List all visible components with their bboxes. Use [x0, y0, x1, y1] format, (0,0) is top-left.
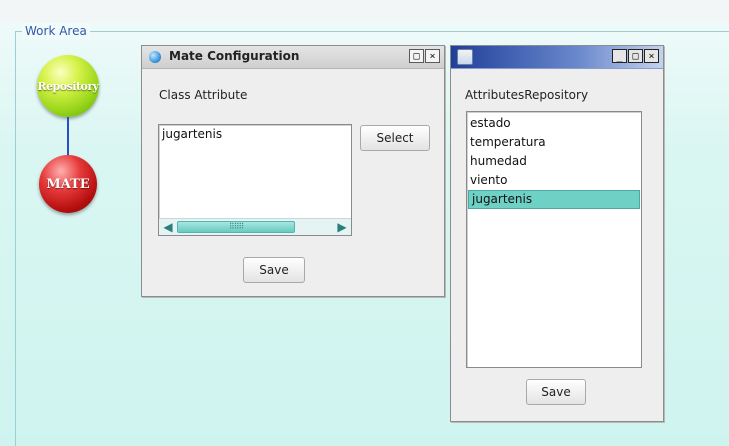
mate-save-button[interactable]: Save — [243, 257, 305, 283]
repository-node[interactable]: Repository — [37, 55, 99, 117]
top-strip — [0, 0, 729, 22]
scroll-left-icon[interactable]: ◀ — [161, 219, 175, 235]
mate-window-titlebar[interactable]: Mate Configuration □ × — [142, 46, 444, 69]
select-button[interactable]: Select — [360, 125, 430, 151]
list-item[interactable]: estado — [467, 114, 641, 133]
class-attribute-label: Class Attribute — [159, 88, 248, 102]
list-item[interactable]: jugartenis — [159, 125, 351, 144]
class-attribute-list[interactable]: jugartenis ◀ ⠿⠿⠿ ▶ — [158, 124, 352, 236]
work-area-title: Work Area — [22, 23, 90, 39]
close-button[interactable]: × — [644, 49, 659, 63]
mate-configuration-window: Mate Configuration □ × Class Attribute j… — [141, 45, 445, 297]
app-globe-icon — [149, 51, 161, 63]
mate-window-title: Mate Configuration — [169, 49, 300, 63]
group-border-top — [15, 31, 729, 32]
maximize-button[interactable]: □ — [628, 49, 643, 63]
list-item[interactable]: temperatura — [467, 133, 641, 152]
group-border-left — [15, 31, 16, 446]
list-item-selected[interactable]: jugartenis — [468, 190, 640, 209]
mate-node[interactable]: MATE — [39, 155, 97, 213]
repo-save-button[interactable]: Save — [526, 379, 586, 405]
work-area: Work Area Repository MATE Mate Configura… — [0, 0, 729, 446]
attributes-repository-window: _ □ × AttributesRepository estado temper… — [450, 45, 664, 422]
minimize-button[interactable]: _ — [612, 49, 627, 63]
attributes-repository-label: AttributesRepository — [465, 88, 589, 102]
attributes-list[interactable]: estado temperatura humedad viento jugart… — [466, 111, 642, 368]
node-connector-line — [67, 117, 69, 155]
repo-window-titlebar[interactable]: _ □ × — [451, 46, 663, 69]
mate-node-label: MATE — [46, 176, 90, 192]
repository-node-label: Repository — [37, 79, 99, 93]
scroll-right-icon[interactable]: ▶ — [335, 219, 349, 235]
scrollbar-thumb[interactable]: ⠿⠿⠿ — [177, 221, 295, 233]
close-button[interactable]: × — [425, 49, 440, 63]
list-item[interactable]: humedad — [467, 152, 641, 171]
horizontal-scrollbar[interactable]: ◀ ⠿⠿⠿ ▶ — [159, 218, 351, 235]
maximize-button[interactable]: □ — [409, 49, 424, 63]
java-app-icon — [457, 49, 473, 65]
list-item[interactable]: viento — [467, 171, 641, 190]
